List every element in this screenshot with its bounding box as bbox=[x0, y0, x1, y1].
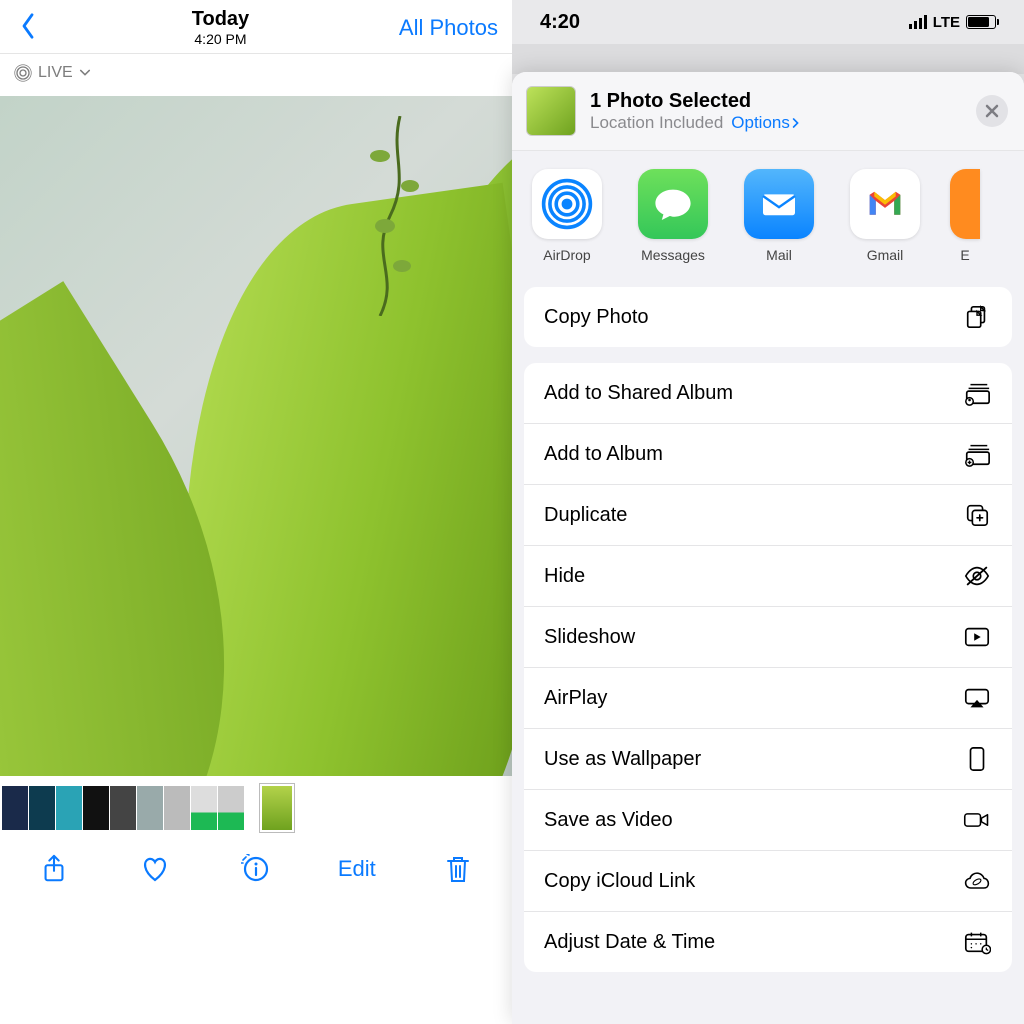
info-icon bbox=[241, 854, 271, 884]
live-label: LIVE bbox=[38, 64, 73, 82]
live-icon bbox=[14, 64, 32, 82]
status-time: 4:20 bbox=[540, 11, 580, 34]
icloud-icon bbox=[962, 868, 992, 894]
trash-icon bbox=[443, 854, 473, 884]
action-add-shared-album[interactable]: Add to Shared Album bbox=[524, 363, 1012, 424]
thumbnail[interactable] bbox=[2, 786, 28, 830]
action-label: Slideshow bbox=[544, 626, 635, 649]
thumbnail[interactable] bbox=[83, 786, 109, 830]
close-icon bbox=[985, 104, 999, 118]
network-label: LTE bbox=[933, 14, 960, 31]
video-icon bbox=[962, 807, 992, 833]
bottom-toolbar: Edit bbox=[0, 832, 512, 906]
thumbnail[interactable] bbox=[137, 786, 163, 830]
duplicate-icon bbox=[962, 502, 992, 528]
share-app-row[interactable]: AirDrop Messages Mail bbox=[512, 151, 1024, 279]
action-label: Copy iCloud Link bbox=[544, 870, 695, 893]
share-sheet-screen: 4:20 LTE 1 Photo Selected Location Inclu… bbox=[512, 0, 1024, 1024]
add-album-icon bbox=[962, 441, 992, 467]
hide-icon bbox=[962, 563, 992, 589]
shared-album-icon bbox=[962, 380, 992, 406]
action-copy-photo[interactable]: Copy Photo bbox=[524, 287, 1012, 347]
airdrop-icon bbox=[532, 169, 602, 239]
edit-button[interactable]: Edit bbox=[333, 848, 381, 890]
thumbnail[interactable] bbox=[191, 786, 217, 830]
action-airplay[interactable]: AirPlay bbox=[524, 668, 1012, 729]
close-button[interactable] bbox=[976, 95, 1008, 127]
thumbnail[interactable] bbox=[218, 786, 244, 830]
app-label: E bbox=[950, 247, 980, 263]
action-hide[interactable]: Hide bbox=[524, 546, 1012, 607]
thumbnail-strip[interactable] bbox=[0, 776, 512, 832]
signal-icon bbox=[909, 15, 927, 29]
action-adjust-datetime[interactable]: Adjust Date & Time bbox=[524, 912, 1012, 972]
action-label: AirPlay bbox=[544, 687, 607, 710]
action-save-video[interactable]: Save as Video bbox=[524, 790, 1012, 851]
share-sheet: 1 Photo Selected Location Included Optio… bbox=[512, 72, 1024, 1024]
back-button[interactable] bbox=[14, 10, 42, 46]
sheet-header: 1 Photo Selected Location Included Optio… bbox=[512, 72, 1024, 151]
photo-viewport[interactable] bbox=[0, 96, 512, 776]
app-label: Gmail bbox=[844, 247, 926, 263]
chevron-down-icon bbox=[79, 68, 91, 78]
sheet-title: 1 Photo Selected bbox=[590, 90, 800, 113]
thumbnail[interactable] bbox=[164, 786, 190, 830]
action-label: Adjust Date & Time bbox=[544, 931, 715, 954]
status-bar: 4:20 LTE bbox=[512, 0, 1024, 44]
header-time: 4:20 PM bbox=[192, 31, 249, 47]
delete-button[interactable] bbox=[434, 848, 482, 890]
action-wallpaper[interactable]: Use as Wallpaper bbox=[524, 729, 1012, 790]
action-label: Add to Album bbox=[544, 443, 663, 466]
action-label: Copy Photo bbox=[544, 306, 649, 329]
sheet-subtitle: Location Included bbox=[590, 113, 723, 133]
share-app-extra[interactable]: E bbox=[950, 169, 980, 263]
favorite-button[interactable] bbox=[131, 848, 179, 890]
mail-icon bbox=[744, 169, 814, 239]
header-title: Today bbox=[192, 8, 249, 31]
share-button[interactable] bbox=[30, 848, 78, 890]
app-label: Messages bbox=[632, 247, 714, 263]
all-photos-button[interactable]: All Photos bbox=[399, 15, 498, 41]
battery-icon bbox=[966, 15, 996, 29]
photo-detail-screen: Today 4:20 PM All Photos LIVE bbox=[0, 0, 512, 1024]
action-label: Save as Video bbox=[544, 809, 673, 832]
options-button[interactable]: Options bbox=[731, 113, 800, 133]
thumbnail[interactable] bbox=[29, 786, 55, 830]
calendar-icon bbox=[962, 929, 992, 955]
action-icloud-link[interactable]: Copy iCloud Link bbox=[524, 851, 1012, 912]
action-label: Hide bbox=[544, 565, 585, 588]
thumbnail[interactable] bbox=[56, 786, 82, 830]
app-label: AirDrop bbox=[526, 247, 608, 263]
chevron-right-icon bbox=[792, 117, 800, 129]
action-label: Use as Wallpaper bbox=[544, 748, 701, 771]
info-button[interactable] bbox=[232, 848, 280, 890]
copy-icon bbox=[962, 304, 992, 330]
wallpaper-icon bbox=[962, 746, 992, 772]
airplay-icon bbox=[962, 685, 992, 711]
share-app-airdrop[interactable]: AirDrop bbox=[526, 169, 608, 263]
live-badge[interactable]: LIVE bbox=[0, 54, 512, 92]
gmail-icon bbox=[850, 169, 920, 239]
action-slideshow[interactable]: Slideshow bbox=[524, 607, 1012, 668]
share-app-messages[interactable]: Messages bbox=[632, 169, 714, 263]
thumbnail-selected[interactable] bbox=[260, 784, 294, 832]
share-icon bbox=[39, 854, 69, 884]
extra-app-icon bbox=[950, 169, 980, 239]
action-label: Add to Shared Album bbox=[544, 382, 733, 405]
action-add-album[interactable]: Add to Album bbox=[524, 424, 1012, 485]
selection-thumbnail bbox=[526, 86, 576, 136]
thumbnail[interactable] bbox=[110, 786, 136, 830]
actions-group-1: Copy Photo bbox=[524, 287, 1012, 347]
messages-icon bbox=[638, 169, 708, 239]
actions-group-2: Add to Shared Album Add to Album Duplica… bbox=[524, 363, 1012, 972]
heart-icon bbox=[140, 854, 170, 884]
header: Today 4:20 PM All Photos bbox=[0, 0, 512, 54]
share-app-mail[interactable]: Mail bbox=[738, 169, 820, 263]
share-app-gmail[interactable]: Gmail bbox=[844, 169, 926, 263]
slideshow-icon bbox=[962, 624, 992, 650]
action-duplicate[interactable]: Duplicate bbox=[524, 485, 1012, 546]
app-label: Mail bbox=[738, 247, 820, 263]
action-label: Duplicate bbox=[544, 504, 627, 527]
